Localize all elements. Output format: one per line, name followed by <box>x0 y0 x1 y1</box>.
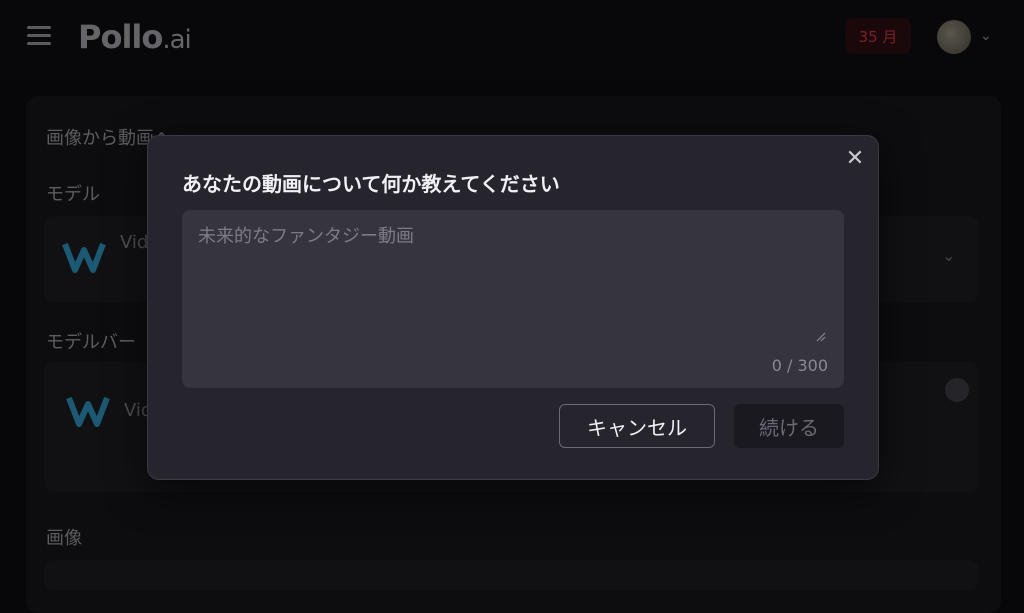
cancel-button[interactable]: キャンセル <box>559 404 715 448</box>
prompt-field: 0 / 300 <box>182 210 844 388</box>
continue-button[interactable]: 続ける <box>734 404 844 448</box>
character-counter: 0 / 300 <box>771 356 828 375</box>
close-icon[interactable]: ✕ <box>844 148 866 170</box>
prompt-dialog: あなたの動画について何か教えてください ✕ 0 / 300 キャンセル 続ける <box>147 135 879 480</box>
dialog-title: あなたの動画について何か教えてください <box>182 172 560 196</box>
prompt-input[interactable] <box>182 210 844 350</box>
resize-handle-icon[interactable] <box>814 330 826 342</box>
